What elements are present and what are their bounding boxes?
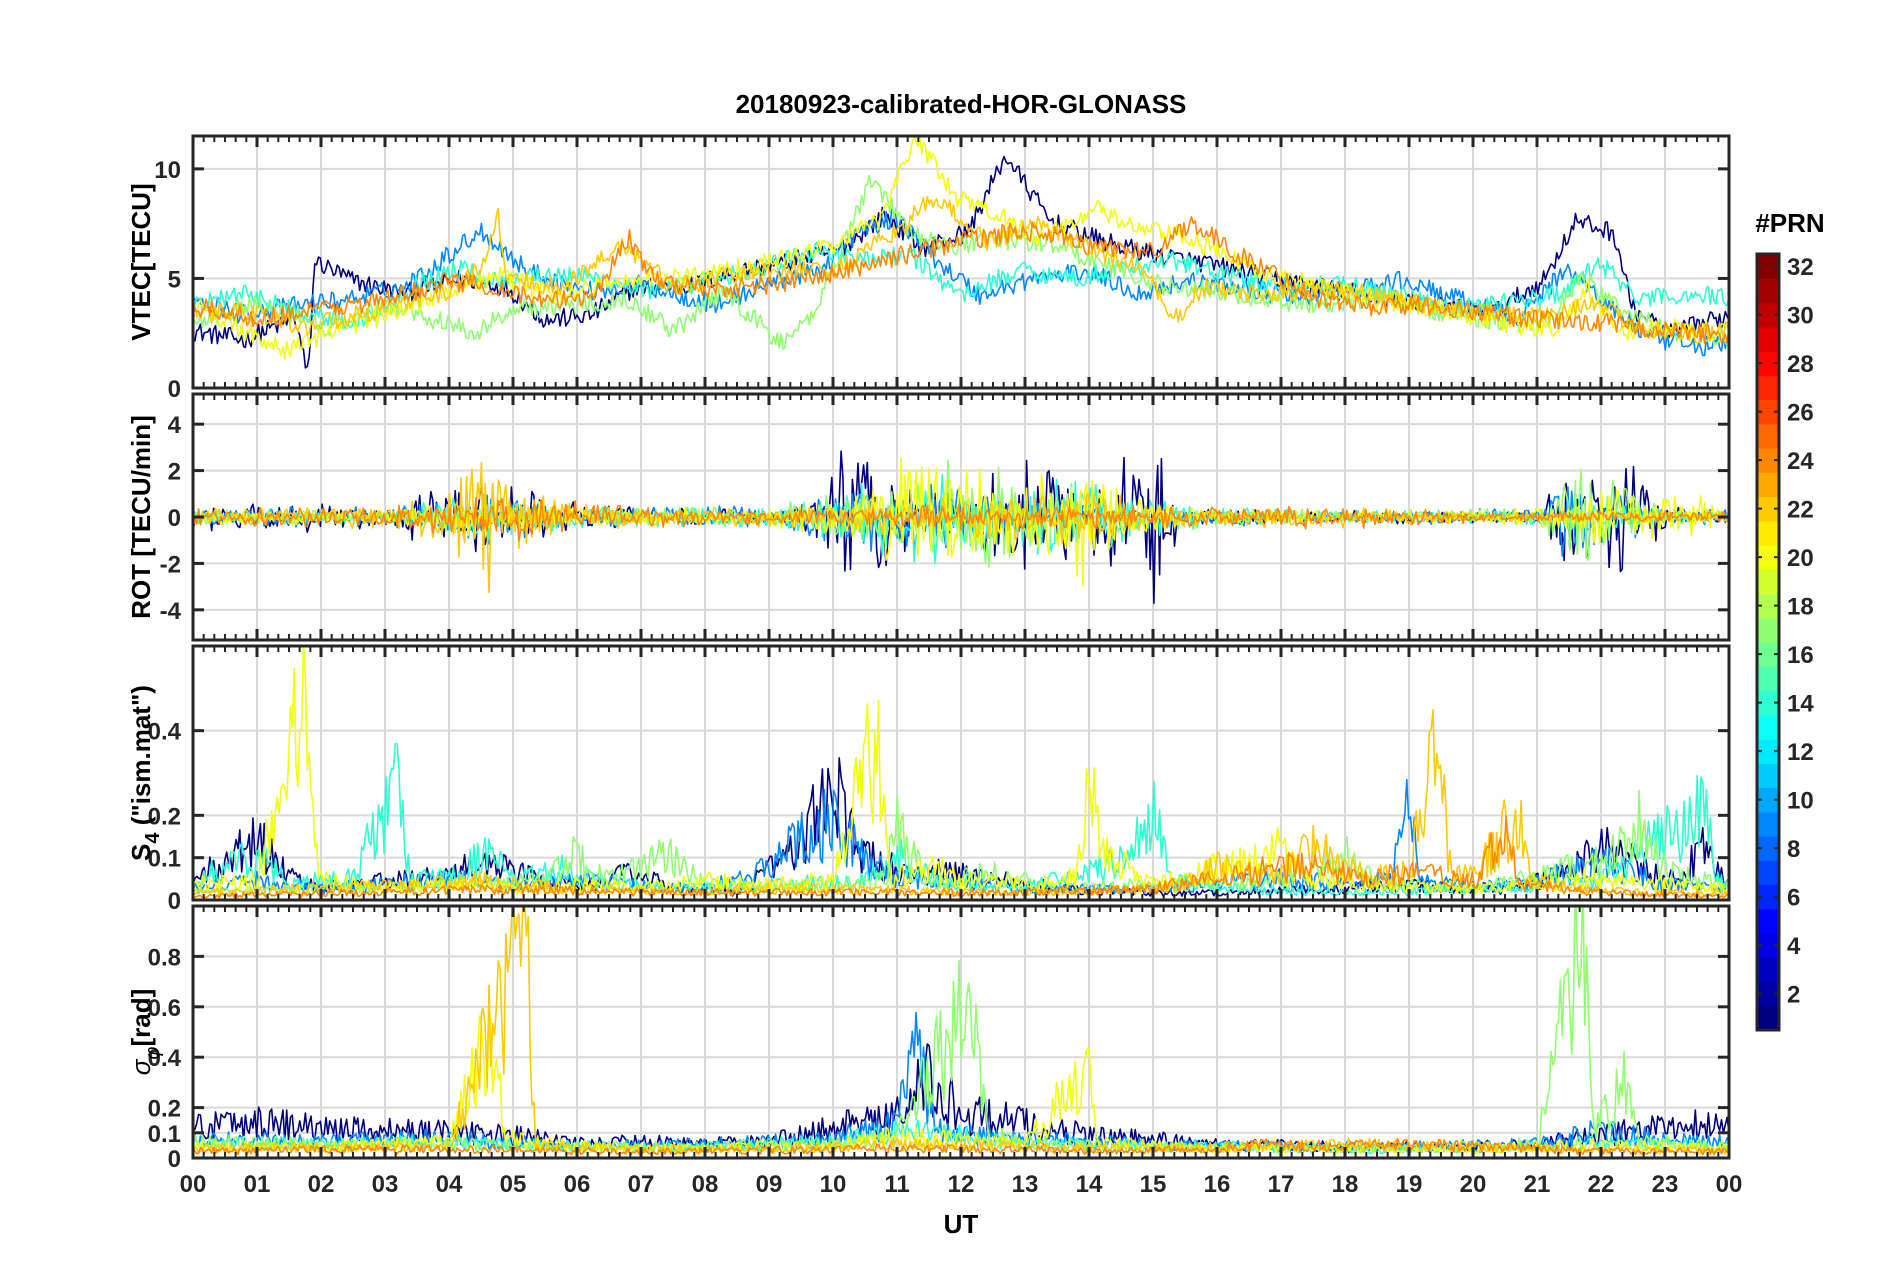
x-tick-label: 08 <box>692 1171 719 1198</box>
colorbar-tick-label: 6 <box>1787 885 1800 912</box>
x-tick-label: 10 <box>820 1171 847 1198</box>
x-tick-label: 04 <box>436 1171 463 1198</box>
colorbar-cell <box>1757 520 1779 546</box>
colorbar-tick-label: 4 <box>1787 933 1801 960</box>
panels: 0510VTEC[TECU]-4-2024ROT [TECU/min]00.10… <box>126 134 1731 1173</box>
y-tick-label: 0 <box>168 1146 181 1173</box>
x-tick-label: 07 <box>628 1171 655 1198</box>
y-tick-label: 0.8 <box>148 944 181 971</box>
x-tick-label: 00 <box>1716 1171 1743 1198</box>
y-axis-label: ROT [TECU/min] <box>126 415 156 619</box>
colorbar-tick-label: 12 <box>1787 739 1814 766</box>
y-tick-label: 0 <box>168 505 181 532</box>
y-tick-label: 5 <box>168 266 181 293</box>
colorbar-tick-label: 10 <box>1787 788 1814 815</box>
x-tick-label: 19 <box>1396 1171 1423 1198</box>
colorbar-cell <box>1757 957 1779 983</box>
colorbar-tick-label: 28 <box>1787 351 1814 378</box>
colorbar-cell <box>1757 278 1779 304</box>
x-tick-label: 11 <box>884 1171 909 1198</box>
y-tick-label: 2 <box>168 459 181 486</box>
x-tick-label: 00 <box>180 1171 207 1198</box>
colorbar-label: #PRN <box>1755 208 1824 238</box>
panel-rot: -4 -2 0 2 4 ROT [TECU/min] <box>126 392 1731 642</box>
colorbar-tick-label: 2 <box>1787 982 1800 1009</box>
x-tick-labels: 00 01 02 03 04 05 06 07 08 09 10 11 12 13 14 15 16 17 18 19… <box>180 1171 1743 1198</box>
x-tick-label: 17 <box>1268 1171 1295 1198</box>
panel-sigma: 00.10.20.40.60.8σφ[rad] <box>126 904 1731 1173</box>
colorbar-tick-label: 22 <box>1787 497 1814 524</box>
x-tick-label: 02 <box>308 1171 335 1198</box>
colorbar-tick-label: 16 <box>1787 642 1814 669</box>
colorbar-tick-label: 14 <box>1787 691 1814 718</box>
x-tick-label: 20 <box>1460 1171 1487 1198</box>
colorbar-cell <box>1757 811 1779 837</box>
x-axis-label: UT <box>944 1209 979 1239</box>
x-tick-label: 16 <box>1204 1171 1231 1198</box>
colorbar-cell <box>1757 375 1779 401</box>
figure: 20180923-calibrated-HOR-GLONASS UT 0 5 10 V… <box>0 0 1902 1272</box>
colorbar-cell <box>1757 666 1779 692</box>
x-tick-label: 12 <box>948 1171 975 1198</box>
x-tick-label: 18 <box>1332 1171 1359 1198</box>
x-tick-label: 22 <box>1588 1171 1615 1198</box>
y-tick-label: -4 <box>160 598 182 625</box>
y-tick-label: 0.2 <box>148 1096 181 1123</box>
chart-title: 20180923-calibrated-HOR-GLONASS <box>736 89 1187 119</box>
colorbar: #PRN 2468101214161820222426283032 <box>1755 208 1825 1032</box>
y-tick-label: -2 <box>160 551 181 578</box>
x-tick-label: 15 <box>1140 1171 1167 1198</box>
chart-svg: 20180923-calibrated-HOR-GLONASS UT 0510V… <box>126 89 1825 1239</box>
colorbar-tick-label: 8 <box>1787 836 1800 863</box>
y-tick-label: 4 <box>168 412 182 439</box>
x-tick-label: 03 <box>372 1171 399 1198</box>
colorbar-cell <box>1757 763 1779 789</box>
x-tick-label: 21 <box>1524 1171 1551 1198</box>
colorbar-tick-label: 30 <box>1787 303 1814 330</box>
x-tick-label: 01 <box>244 1171 271 1198</box>
x-tick-label: 13 <box>1012 1171 1039 1198</box>
x-tick-label: 14 <box>1076 1171 1103 1198</box>
colorbar-tick-label: 24 <box>1787 448 1814 475</box>
x-tick-label: 06 <box>564 1171 591 1198</box>
x-tick-label: 09 <box>756 1171 783 1198</box>
colorbar-tick-label: 20 <box>1787 545 1814 572</box>
colorbar-cell <box>1757 569 1779 595</box>
y-tick-label: 0.1 <box>148 1121 181 1148</box>
colorbar-cell <box>1757 423 1779 449</box>
panel-vtec: 0 5 10VTEC[TECU] <box>126 134 1731 403</box>
colorbar-tick-label: 26 <box>1787 400 1814 427</box>
x-tick-label: 23 <box>1652 1171 1679 1198</box>
colorbar-cell <box>1757 326 1779 352</box>
y-axis-label: VTEC[TECU] <box>126 183 156 340</box>
colorbar-cell <box>1757 472 1779 498</box>
colorbar-cell <box>1757 860 1779 886</box>
x-tick-label: 05 <box>500 1171 527 1198</box>
panel-s4: 00.10.20.4S4 ("ism.mat") <box>126 644 1731 915</box>
colorbar-cell <box>1757 908 1779 934</box>
y-axis-label: S4 ("ism.mat") <box>126 685 164 861</box>
colorbar-tick-label: 18 <box>1787 594 1814 621</box>
colorbar-cell <box>1757 714 1779 740</box>
y-tick-label: 0 <box>168 888 181 915</box>
y-tick-label: 10 <box>154 157 181 184</box>
y-tick-label: 0 <box>168 376 181 403</box>
colorbar-cell <box>1757 1005 1779 1031</box>
colorbar-tick-label: 32 <box>1787 254 1814 281</box>
colorbar-cell <box>1757 617 1779 643</box>
